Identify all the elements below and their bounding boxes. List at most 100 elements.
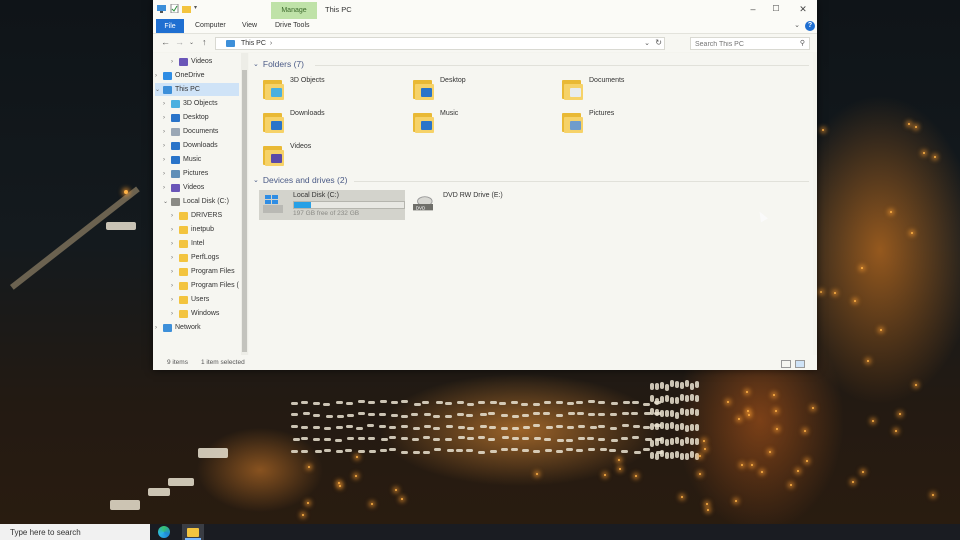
nav-item-drivers[interactable]: › DRIVERS: [171, 209, 239, 222]
boat: [488, 412, 496, 416]
nav-item-users[interactable]: › Users: [171, 293, 239, 306]
folder-3d-objects[interactable]: 3D Objects: [263, 75, 403, 105]
collapse-chevron-icon[interactable]: ⌄: [253, 60, 259, 68]
expand-chevron-icon[interactable]: ›: [171, 297, 179, 303]
street-light: [400, 498, 403, 501]
title-bar[interactable]: ▾ Manage This PC – ☐ ✕: [153, 0, 817, 19]
expand-chevron-icon[interactable]: ›: [155, 73, 163, 79]
boat: [324, 426, 331, 430]
back-arrow-icon[interactable]: ←: [161, 37, 170, 47]
expand-chevron-icon[interactable]: ›: [163, 129, 171, 135]
minimize-button[interactable]: –: [748, 4, 758, 14]
breadcrumb-this-pc[interactable]: This PC: [241, 40, 266, 47]
forward-arrow-icon[interactable]: →: [175, 37, 184, 47]
tab-computer[interactable]: Computer: [195, 22, 226, 29]
file-explorer-taskbar-icon[interactable]: [182, 524, 204, 540]
nav-item-network[interactable]: › Network: [155, 321, 239, 334]
nav-item-documents[interactable]: › Documents: [163, 125, 239, 138]
expand-chevron-icon[interactable]: ›: [163, 171, 171, 177]
new-folder-icon[interactable]: [182, 4, 191, 13]
boat: [457, 426, 465, 430]
folders-group-title: Folders (7): [262, 59, 304, 69]
expand-chevron-icon[interactable]: ›: [171, 255, 179, 261]
breadcrumb-separator[interactable]: ›: [270, 40, 272, 47]
expand-chevron-icon[interactable]: ›: [171, 241, 179, 247]
expand-chevron-icon[interactable]: ›: [171, 59, 179, 65]
nav-item-local-disk-c[interactable]: ⌄ Local Disk (C:): [163, 195, 239, 208]
details-view-icon[interactable]: [781, 360, 791, 368]
manage-context-tab[interactable]: Manage: [271, 2, 317, 19]
folder-videos[interactable]: Videos: [263, 141, 403, 171]
boat: [368, 400, 376, 404]
nav-item-program-files[interactable]: › Program Files: [171, 265, 239, 278]
nav-item-desktop[interactable]: › Desktop: [163, 111, 239, 124]
taskbar-search-box[interactable]: Type here to search: [0, 524, 150, 540]
computer-icon: [163, 85, 172, 94]
help-icon[interactable]: ?: [805, 21, 815, 31]
ribbon-expand-icon[interactable]: ⌄: [794, 21, 800, 29]
address-dropdown-icon[interactable]: ⌄: [644, 39, 650, 47]
nav-item-label: Program Files (: [191, 282, 239, 289]
nav-item-3d-objects[interactable]: › 3D Objects: [163, 97, 239, 110]
nav-item-videos[interactable]: › Videos: [171, 55, 239, 68]
expand-chevron-icon[interactable]: ›: [163, 115, 171, 121]
street-light: [703, 439, 706, 442]
properties-icon[interactable]: [170, 4, 179, 13]
expand-chevron-icon[interactable]: ⌄: [163, 198, 171, 205]
expand-chevron-icon[interactable]: ›: [163, 185, 171, 191]
quick-access-dropdown-icon[interactable]: ▾: [194, 4, 203, 13]
navigation-pane: › Videos › OneDrive ⌄ This PC › 3D Objects › Desk…: [153, 53, 241, 355]
expand-chevron-icon[interactable]: ›: [171, 283, 179, 289]
edge-browser-icon[interactable]: [158, 526, 170, 538]
nav-item-program-files[interactable]: › Program Files (: [171, 279, 239, 292]
address-bar[interactable]: This PC › ⌄ ↻: [215, 37, 665, 50]
nav-scrollbar-thumb[interactable]: [242, 70, 247, 352]
up-arrow-icon[interactable]: ↑: [202, 37, 207, 47]
nav-item-this-pc[interactable]: ⌄ This PC: [155, 83, 239, 96]
nav-item-music[interactable]: › Music: [163, 153, 239, 166]
folders-group-header[interactable]: ⌄ Folders (7): [253, 59, 304, 69]
boat: [665, 438, 669, 446]
boat: [532, 412, 540, 416]
nav-item-videos[interactable]: › Videos: [163, 181, 239, 194]
recent-dropdown-icon[interactable]: ⌄: [189, 39, 194, 46]
nav-item-pictures[interactable]: › Pictures: [163, 167, 239, 180]
close-button[interactable]: ✕: [798, 4, 808, 14]
folder-downloads[interactable]: Downloads: [263, 108, 403, 138]
nav-item-intel[interactable]: › Intel: [171, 237, 239, 250]
search-icon[interactable]: ⚲: [800, 39, 805, 47]
nav-item-perflogs[interactable]: › PerfLogs: [171, 251, 239, 264]
large-icons-view-icon[interactable]: [795, 360, 805, 368]
videos-icon: [263, 144, 285, 166]
nav-item-label: inetpub: [191, 226, 214, 233]
folder-desktop[interactable]: Desktop: [413, 75, 553, 105]
drives-group-header[interactable]: ⌄ Devices and drives (2): [253, 175, 347, 185]
search-input[interactable]: [691, 38, 797, 51]
maximize-button[interactable]: ☐: [771, 4, 781, 14]
nav-item-inetpub[interactable]: › inetpub: [171, 223, 239, 236]
tab-file[interactable]: File: [156, 19, 184, 33]
music-icon: [171, 155, 180, 164]
drive-dvd-e[interactable]: DVD DVD RW Drive (E:): [409, 190, 549, 220]
expand-chevron-icon[interactable]: ›: [155, 325, 163, 331]
expand-chevron-icon[interactable]: ›: [163, 143, 171, 149]
drive-local-disk-c[interactable]: Local Disk (C:) 197 GB free of 232 GB: [259, 190, 405, 220]
folder-music[interactable]: Music: [413, 108, 553, 138]
folder-pictures[interactable]: Pictures: [562, 108, 702, 138]
tab-drive-tools[interactable]: Drive Tools: [275, 22, 310, 29]
nav-item-windows[interactable]: › Windows: [171, 307, 239, 320]
nav-item-onedrive[interactable]: › OneDrive: [155, 69, 239, 82]
nav-item-downloads[interactable]: › Downloads: [163, 139, 239, 152]
expand-chevron-icon[interactable]: ›: [171, 213, 179, 219]
expand-chevron-icon[interactable]: ›: [163, 157, 171, 163]
expand-chevron-icon[interactable]: ›: [163, 101, 171, 107]
tab-view[interactable]: View: [242, 22, 257, 29]
collapse-chevron-icon[interactable]: ⌄: [253, 176, 259, 184]
expand-chevron-icon[interactable]: ›: [171, 227, 179, 233]
expand-chevron-icon[interactable]: ›: [171, 269, 179, 275]
search-box[interactable]: ⚲: [690, 37, 810, 51]
refresh-icon[interactable]: ↻: [655, 38, 662, 47]
expand-chevron-icon[interactable]: ⌄: [155, 86, 163, 93]
folder-documents[interactable]: Documents: [562, 75, 702, 105]
expand-chevron-icon[interactable]: ›: [171, 311, 179, 317]
